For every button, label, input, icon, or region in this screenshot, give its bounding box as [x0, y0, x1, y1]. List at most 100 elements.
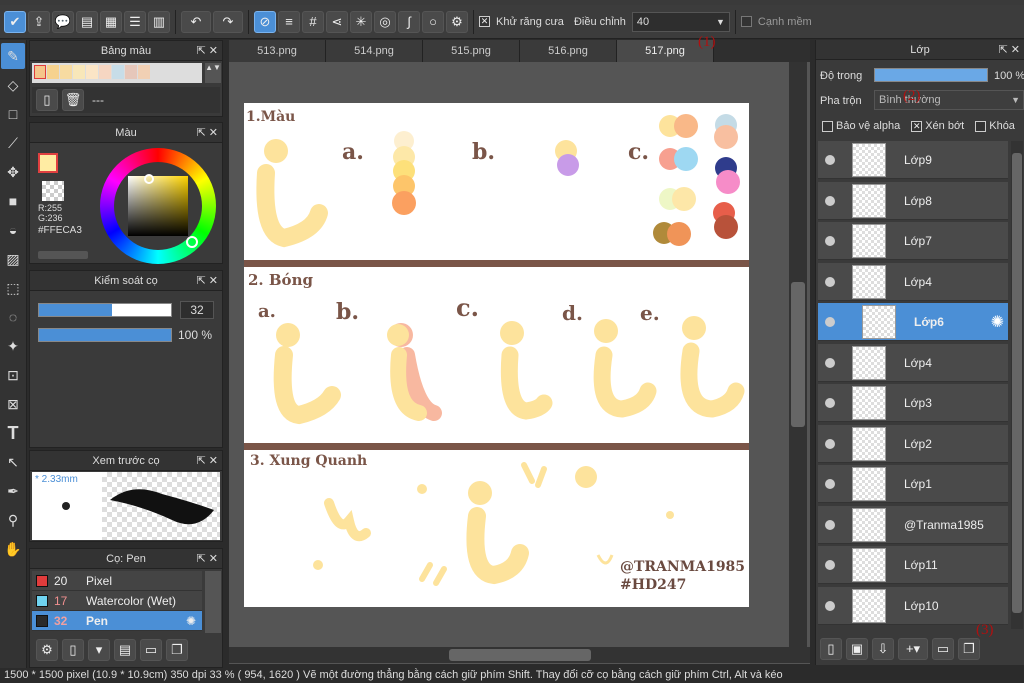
foreground-color[interactable] [38, 153, 58, 173]
select-pen-tool-icon[interactable]: ⊡ [1, 362, 25, 388]
tab-516[interactable]: 516.png [520, 40, 617, 62]
swatch-row[interactable] [32, 63, 202, 81]
line-tool-icon[interactable]: ⟋ [1, 130, 25, 156]
layer-row[interactable]: Lớp11 [818, 546, 1008, 584]
close-icon[interactable]: ⇱ ✕ [197, 271, 219, 291]
folder-icon[interactable]: ▭ [140, 639, 162, 661]
layer-settings-icon[interactable]: ✺ [991, 312, 1004, 332]
duplicate-icon[interactable]: ❐ [166, 639, 188, 661]
gradient-tool-icon[interactable]: ▨ [1, 246, 25, 272]
palette-swatch[interactable] [99, 65, 111, 79]
brush-size-slider[interactable] [38, 303, 172, 317]
select-rect-tool-icon[interactable]: ⬚ [1, 275, 25, 301]
palette-swatch[interactable] [86, 65, 98, 79]
eye-icon[interactable] [825, 195, 835, 206]
close-icon[interactable]: ⇱ ✕ [197, 549, 219, 569]
layer-row[interactable]: Lớp2 [818, 424, 1008, 463]
concentric-ruler-icon[interactable]: ◎ [374, 10, 396, 33]
palette-input[interactable]: --- [92, 93, 104, 107]
notes-icon[interactable]: ▤ [76, 10, 98, 33]
vertical-scroll-thumb[interactable] [791, 282, 805, 427]
close-icon[interactable]: ⇱ ✕ [197, 41, 219, 61]
lasso-tool-icon[interactable]: ◌ [1, 304, 25, 330]
layer-row[interactable]: Lớp10 [818, 586, 1008, 625]
fill-tool-icon[interactable]: ◒ [1, 217, 25, 243]
comment-icon[interactable]: 💬 [52, 10, 74, 33]
layer-row[interactable]: Lớp1 [818, 465, 1008, 503]
brush-item[interactable]: 17 Watercolor (Wet) [32, 591, 202, 611]
document-icon[interactable]: ▦ [100, 10, 122, 33]
folder-icon[interactable]: ▭ [932, 638, 954, 660]
protect-alpha-checkbox[interactable] [822, 120, 833, 132]
undo-icon[interactable]: ↶ [181, 10, 211, 33]
adjust-select[interactable]: 40 ▼ [631, 11, 730, 32]
layer-row[interactable]: Lớp9 [818, 141, 1008, 179]
add-layer-menu-icon[interactable]: +▾ [898, 638, 928, 660]
saturation-square[interactable] [128, 176, 188, 236]
shape-tool-icon[interactable]: ■ [1, 188, 25, 214]
horizontal-scrollbar[interactable] [229, 647, 810, 663]
import-layer-icon[interactable]: ⇩ [872, 638, 894, 660]
layer-row[interactable]: Lớp3 [818, 384, 1008, 422]
radial-ruler-icon[interactable]: ✳ [350, 10, 372, 33]
palette-swatch[interactable] [60, 65, 72, 79]
brush-item[interactable]: 20 Pixel [32, 571, 202, 591]
rect-select-tool-icon[interactable]: □ [1, 101, 25, 127]
layer-row[interactable]: Lớp8 [818, 181, 1008, 220]
close-icon[interactable]: ⇱ ✕ [197, 123, 219, 143]
new-palette-icon[interactable]: ▯ [36, 89, 58, 111]
edit-list-icon[interactable]: ▥ [148, 10, 170, 33]
ruler-settings-icon[interactable]: ⚙ [446, 10, 468, 33]
trash-icon[interactable]: 🗑 [62, 89, 84, 111]
canvas-area[interactable]: 1.Màu a. b. c. 2. Bóng a. b. c. d. e. 3.… [229, 62, 810, 664]
brush-menu-icon[interactable]: ▾ [88, 639, 110, 661]
brush-list-scroll[interactable] [205, 571, 221, 633]
lock-checkbox[interactable] [975, 120, 987, 132]
text-tool-icon[interactable]: T [1, 420, 25, 446]
parallel-ruler-icon[interactable]: ≡ [278, 10, 300, 33]
layer-row[interactable]: Lớp7 [818, 222, 1008, 260]
grid-ruler-icon[interactable]: # [302, 10, 324, 33]
close-icon[interactable]: ⇱ ✕ [999, 40, 1021, 60]
transparent-color[interactable] [42, 181, 64, 201]
magic-wand-tool-icon[interactable]: ✦ [1, 333, 25, 359]
layer-row[interactable]: @Tranma1985 [818, 505, 1008, 544]
new-brush-icon[interactable]: ▯ [62, 639, 84, 661]
brush-tool-icon[interactable]: ✎ [1, 43, 25, 69]
tab-514[interactable]: 514.png [326, 40, 423, 62]
artwork-canvas[interactable]: 1.Màu a. b. c. 2. Bóng a. b. c. d. e. 3.… [244, 103, 749, 607]
eraser-tool-icon[interactable]: ◇ [1, 72, 25, 98]
export-icon[interactable]: ⇪ [28, 10, 50, 33]
move-tool-icon[interactable]: ✥ [1, 159, 25, 185]
layer-opacity-slider[interactable] [874, 68, 988, 82]
ruler-off-icon[interactable]: ⊘ [254, 10, 276, 33]
palette-swatch[interactable] [138, 65, 150, 79]
palette-swatch[interactable] [125, 65, 137, 79]
antialias-checkbox[interactable]: ✕ [479, 16, 490, 27]
perspective-ruler-icon[interactable]: ⋖ [326, 10, 348, 33]
redo-icon[interactable]: ↷ [213, 10, 243, 33]
layer-scrollbar[interactable] [1011, 141, 1023, 629]
curve-ruler-icon[interactable]: ∫ [398, 10, 420, 33]
blend-select[interactable]: Bình thường ▼ [874, 90, 1024, 110]
select-check-icon[interactable]: ✔ [4, 10, 26, 33]
palette-scroll[interactable]: ▲▼ [205, 63, 221, 83]
layer-row[interactable]: Lớp4 [818, 262, 1008, 301]
tab-513[interactable]: 513.png [229, 40, 326, 62]
new-layer-icon[interactable]: ▯ [820, 638, 842, 660]
eye-icon[interactable] [825, 600, 835, 611]
eye-icon[interactable] [825, 479, 835, 489]
eye-icon[interactable] [825, 438, 835, 449]
brush-item[interactable]: 32 Pen ✺ [32, 611, 202, 631]
eye-icon[interactable] [825, 398, 835, 408]
clipping-checkbox[interactable]: ✕ [911, 120, 923, 132]
hand-tool-icon[interactable]: ✋ [1, 536, 25, 562]
duplicate-layer-icon[interactable]: ❐ [958, 638, 980, 660]
settings-icon[interactable]: ✺ [186, 614, 196, 628]
layer-scroll-thumb[interactable] [1012, 153, 1022, 613]
palette-swatch[interactable] [34, 65, 46, 79]
eye-icon[interactable] [825, 357, 835, 368]
brush-settings-icon[interactable]: ⚙ [36, 639, 58, 661]
eye-icon[interactable] [825, 276, 835, 287]
pen-tool-icon[interactable]: ✒ [1, 478, 25, 504]
